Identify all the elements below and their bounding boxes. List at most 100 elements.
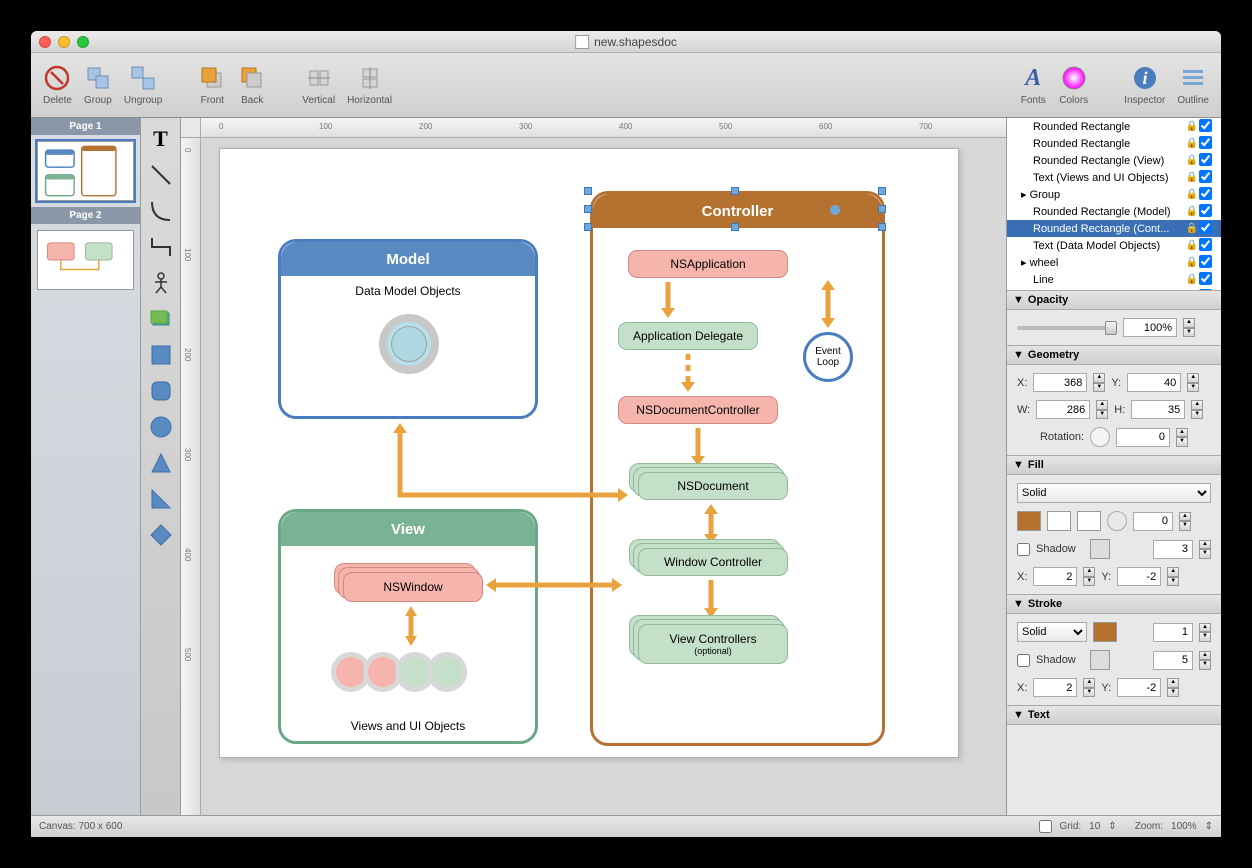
inspector-button[interactable]: i Inspector xyxy=(1120,62,1169,108)
nsapplication-node[interactable]: NSApplication xyxy=(628,250,788,278)
outline-row[interactable]: Rounded Rectangle🔒 xyxy=(1007,118,1221,135)
app-window: new.shapesdoc Delete Group Ungroup Front… xyxy=(31,31,1221,837)
colors-button[interactable]: Colors xyxy=(1055,62,1092,108)
back-icon xyxy=(238,64,266,92)
back-button[interactable]: Back xyxy=(234,62,270,108)
titlebar[interactable]: new.shapesdoc xyxy=(31,31,1221,53)
outline-row[interactable]: ▸ Group🔒 xyxy=(1007,186,1221,203)
canvas-area[interactable]: 0100200300400500600700 0100200300400500 … xyxy=(181,118,1006,815)
canvas[interactable]: Model Data Model Objects View NSWindow xyxy=(219,148,959,758)
fill-angle-dial[interactable] xyxy=(1107,511,1127,531)
geom-y-input[interactable] xyxy=(1127,373,1181,392)
page-2-thumb[interactable] xyxy=(37,230,134,290)
model-subtitle: Data Model Objects xyxy=(281,284,535,298)
nswindow-node[interactable]: NSWindow xyxy=(343,572,483,602)
stroke-header[interactable]: ▼ Stroke xyxy=(1007,594,1221,614)
viewcontrollers-node[interactable]: View Controllers (optional) xyxy=(638,624,788,664)
line-tool[interactable] xyxy=(144,158,178,192)
rounded-square-tool[interactable] xyxy=(144,374,178,408)
pages-panel: Page 1 Page 2 xyxy=(31,118,141,815)
connector-tool[interactable] xyxy=(144,230,178,264)
text-tool[interactable]: T xyxy=(144,122,178,156)
outline-button[interactable]: Outline xyxy=(1173,62,1213,108)
text-header[interactable]: ▼ Text xyxy=(1007,705,1221,725)
stroke-shadow-color[interactable] xyxy=(1090,650,1110,670)
front-button[interactable]: Front xyxy=(194,62,230,108)
ungroup-button[interactable]: Ungroup xyxy=(120,62,166,108)
zoom-stepper-icon[interactable]: ⇕ xyxy=(1205,821,1213,832)
outline-row[interactable]: Rounded Rectangle (View)🔒 xyxy=(1007,152,1221,169)
close-button[interactable] xyxy=(39,36,51,48)
doccontroller-node[interactable]: NSDocumentController xyxy=(618,396,778,424)
vertical-button[interactable]: Vertical xyxy=(298,62,339,108)
fill-shadow-checkbox[interactable] xyxy=(1017,543,1030,556)
outline-row[interactable]: Rounded Rectangle (Model)🔒 xyxy=(1007,203,1221,220)
controller-group[interactable]: Controller NSApplication Application Del… xyxy=(590,191,885,746)
delegate-node[interactable]: Application Delegate xyxy=(618,322,758,350)
grid-stepper-icon[interactable]: ⇕ xyxy=(1108,821,1116,832)
image-tool[interactable] xyxy=(144,302,178,336)
fill-color-swatch[interactable] xyxy=(1017,511,1041,531)
square-tool[interactable] xyxy=(144,338,178,372)
curve-tool[interactable] xyxy=(144,194,178,228)
align-horizontal-icon xyxy=(356,64,384,92)
circle-tool[interactable] xyxy=(144,410,178,444)
geom-w-input[interactable] xyxy=(1036,400,1090,419)
rotation-input[interactable] xyxy=(1116,428,1170,447)
fill-type-select[interactable]: Solid xyxy=(1017,483,1211,503)
fill-shadow-blur[interactable] xyxy=(1153,540,1193,559)
stroke-type-select[interactable]: Solid xyxy=(1017,622,1087,642)
nswindow-label: NSWindow xyxy=(383,580,442,594)
fill-shadow-color[interactable] xyxy=(1090,539,1110,559)
fill-color-swatch-2[interactable] xyxy=(1047,511,1071,531)
wincontroller-node[interactable]: Window Controller xyxy=(638,548,788,576)
ungroup-icon xyxy=(129,64,157,92)
stroke-shadow-y[interactable] xyxy=(1117,678,1161,697)
stroke-width-input[interactable] xyxy=(1153,623,1193,642)
opacity-stepper[interactable]: ▲▼ xyxy=(1183,318,1195,337)
opacity-slider[interactable] xyxy=(1017,326,1117,330)
view-group[interactable]: View NSWindow Views and UI Objects xyxy=(278,509,538,744)
document-node[interactable]: NSDocument xyxy=(638,472,788,500)
outline-row[interactable]: Rounded Rectangle (Cont...🔒 xyxy=(1007,220,1221,237)
outline-list[interactable]: Rounded Rectangle🔒Rounded Rectangle🔒Roun… xyxy=(1007,118,1221,290)
fill-header[interactable]: ▼ Fill xyxy=(1007,455,1221,475)
ungroup-label: Ungroup xyxy=(124,95,162,106)
stroke-shadow-checkbox[interactable] xyxy=(1017,654,1030,667)
delete-icon xyxy=(43,64,71,92)
outline-row[interactable]: ▸ wheel🔒 xyxy=(1007,254,1221,271)
opacity-header[interactable]: ▼ Opacity xyxy=(1007,290,1221,310)
geom-h-input[interactable] xyxy=(1131,400,1185,419)
opacity-input[interactable] xyxy=(1123,318,1177,337)
horizontal-button[interactable]: Horizontal xyxy=(343,62,396,108)
page-1-thumb[interactable] xyxy=(37,141,134,201)
right-triangle-tool[interactable] xyxy=(144,482,178,516)
fill-color-swatch-3[interactable] xyxy=(1077,511,1101,531)
triangle-tool[interactable] xyxy=(144,446,178,480)
delete-button[interactable]: Delete xyxy=(39,62,76,108)
outline-row[interactable]: Text (Views and UI Objects)🔒 xyxy=(1007,169,1221,186)
maximize-button[interactable] xyxy=(77,36,89,48)
stroke-color-swatch[interactable] xyxy=(1093,622,1117,642)
rotation-handle[interactable] xyxy=(830,205,840,215)
minimize-button[interactable] xyxy=(58,36,70,48)
geometry-header[interactable]: ▼ Geometry xyxy=(1007,345,1221,365)
outline-row[interactable]: Rounded Rectangle🔒 xyxy=(1007,135,1221,152)
grid-checkbox[interactable] xyxy=(1039,820,1052,833)
rotation-dial[interactable] xyxy=(1090,427,1110,447)
person-tool[interactable] xyxy=(144,266,178,300)
outline-row[interactable]: Line🔒 xyxy=(1007,271,1221,288)
stroke-shadow-blur[interactable] xyxy=(1153,651,1193,670)
geom-x-input[interactable] xyxy=(1033,373,1087,392)
fonts-button[interactable]: A Fonts xyxy=(1015,62,1051,108)
colors-label: Colors xyxy=(1059,95,1088,106)
fill-angle-input[interactable] xyxy=(1133,512,1173,531)
model-group[interactable]: Model Data Model Objects xyxy=(278,239,538,419)
outline-row[interactable]: Text (Data Model Objects)🔒 xyxy=(1007,237,1221,254)
diamond-tool[interactable] xyxy=(144,518,178,552)
event-loop[interactable]: Event Loop xyxy=(803,332,853,382)
fill-shadow-x[interactable] xyxy=(1033,567,1077,586)
fill-shadow-y[interactable] xyxy=(1117,567,1161,586)
group-button[interactable]: Group xyxy=(80,62,116,108)
stroke-shadow-x[interactable] xyxy=(1033,678,1077,697)
